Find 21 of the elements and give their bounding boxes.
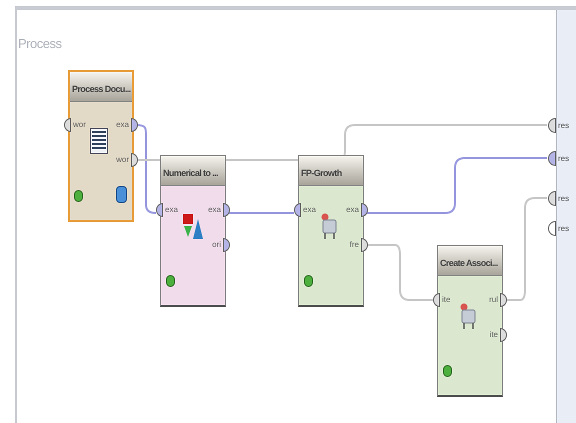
port-label: wor xyxy=(116,154,129,166)
operator-title: Create Associ... xyxy=(440,257,498,270)
port-label: exa xyxy=(303,204,316,216)
operator-title: Numerical to ... xyxy=(163,167,218,180)
port-label: exa xyxy=(208,204,221,216)
canvas-title: Process xyxy=(18,35,62,53)
port-label: ite xyxy=(442,294,450,306)
port-label: rul xyxy=(489,294,498,306)
port-label: res xyxy=(558,193,570,205)
operator-title: Process Docu... xyxy=(72,83,131,96)
port-label: ori xyxy=(212,239,221,251)
port-label: res xyxy=(558,223,570,235)
operator-title: FP-Growth xyxy=(301,167,342,180)
port-label: exa xyxy=(346,204,359,216)
port-label: res xyxy=(558,120,570,132)
port-label: ite xyxy=(490,329,498,341)
port-label: exa xyxy=(165,204,178,216)
port-label: fre xyxy=(350,239,359,251)
port-label: wor xyxy=(73,119,86,131)
port-label: exa xyxy=(116,119,129,131)
port-label: res xyxy=(558,153,570,165)
